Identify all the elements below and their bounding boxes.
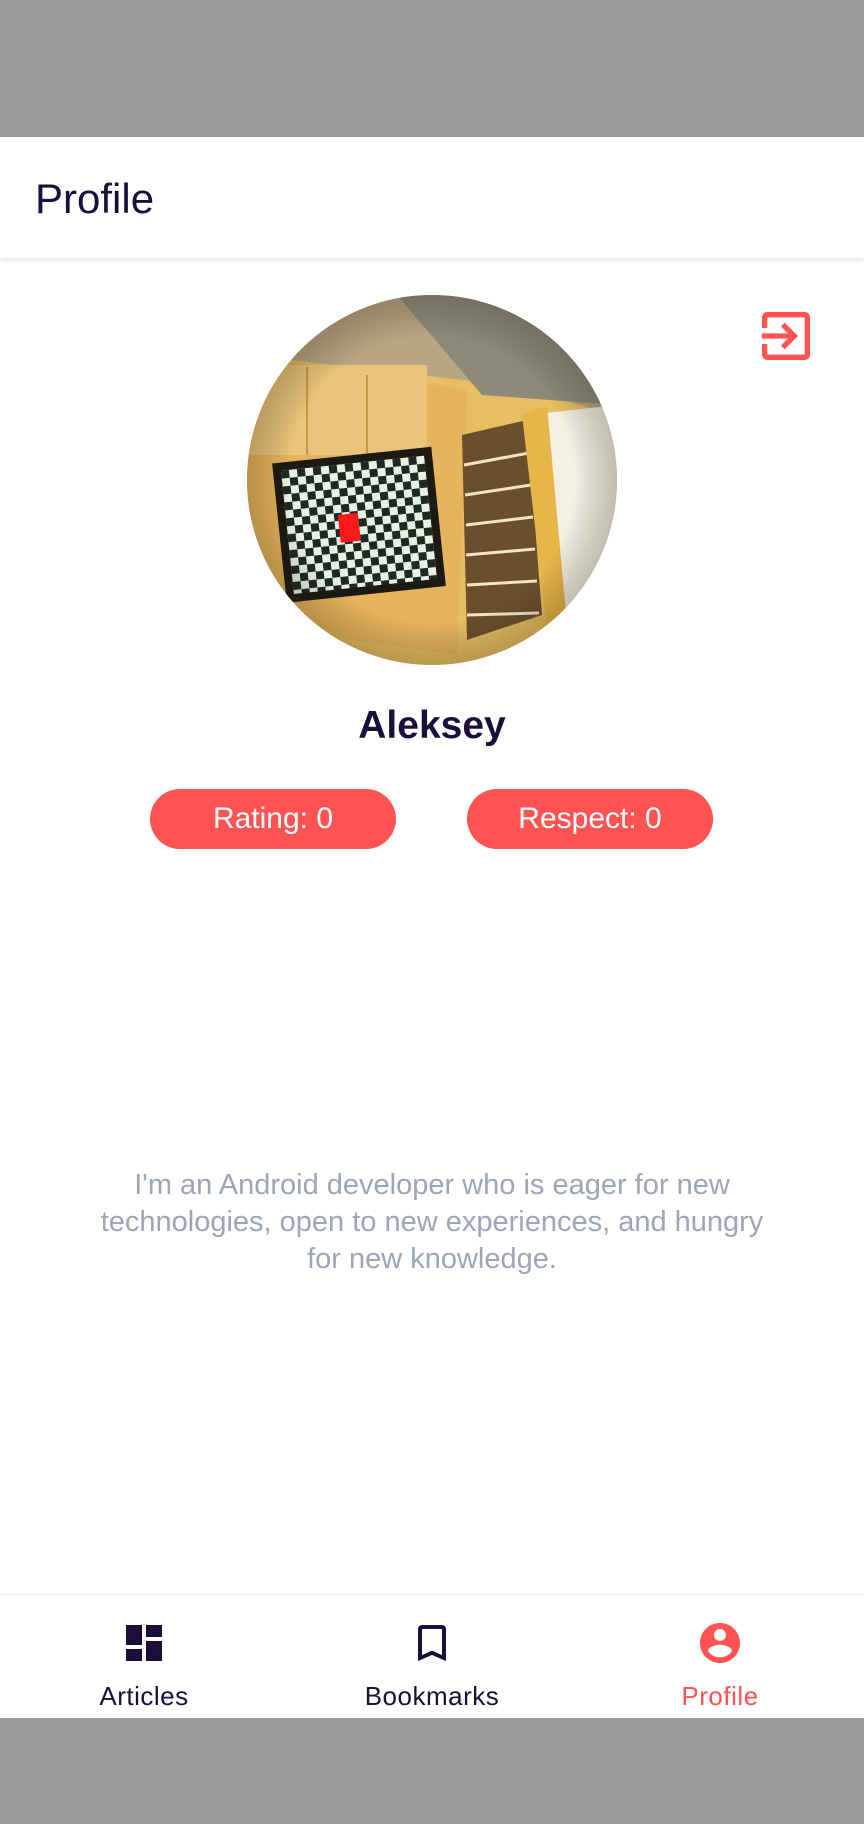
app-screen: Profile Aleksey Rating: 0 Respect: 0 I'm…	[0, 137, 864, 1718]
about-text: I'm an Android developer who is eager fo…	[100, 1169, 764, 1275]
toolbar: Profile	[0, 137, 864, 259]
nav-item-articles[interactable]: Articles	[0, 1595, 288, 1718]
respect-badge: Respect: 0	[467, 789, 713, 849]
nav-label-profile: Profile	[681, 1681, 759, 1711]
nav-label-bookmarks: Bookmarks	[364, 1681, 500, 1711]
status-bar	[0, 0, 864, 137]
dashboard-icon	[120, 1619, 168, 1667]
page-title: Profile	[35, 175, 155, 222]
logout-icon	[762, 312, 810, 360]
account-circle-icon	[696, 1619, 744, 1667]
avatar-photo	[247, 295, 617, 665]
logout-button[interactable]	[752, 302, 820, 370]
user-name: Aleksey	[358, 704, 506, 747]
avatar[interactable]	[247, 295, 617, 665]
nav-item-bookmarks[interactable]: Bookmarks	[288, 1595, 576, 1718]
nav-item-profile[interactable]: Profile	[576, 1595, 864, 1718]
bookmark-icon	[408, 1619, 456, 1667]
bottom-navigation: Articles Bookmarks Profile	[0, 1594, 864, 1718]
rating-badge: Rating: 0	[150, 789, 396, 849]
system-navigation-bar	[0, 1718, 864, 1824]
nav-label-articles: Articles	[99, 1681, 189, 1711]
